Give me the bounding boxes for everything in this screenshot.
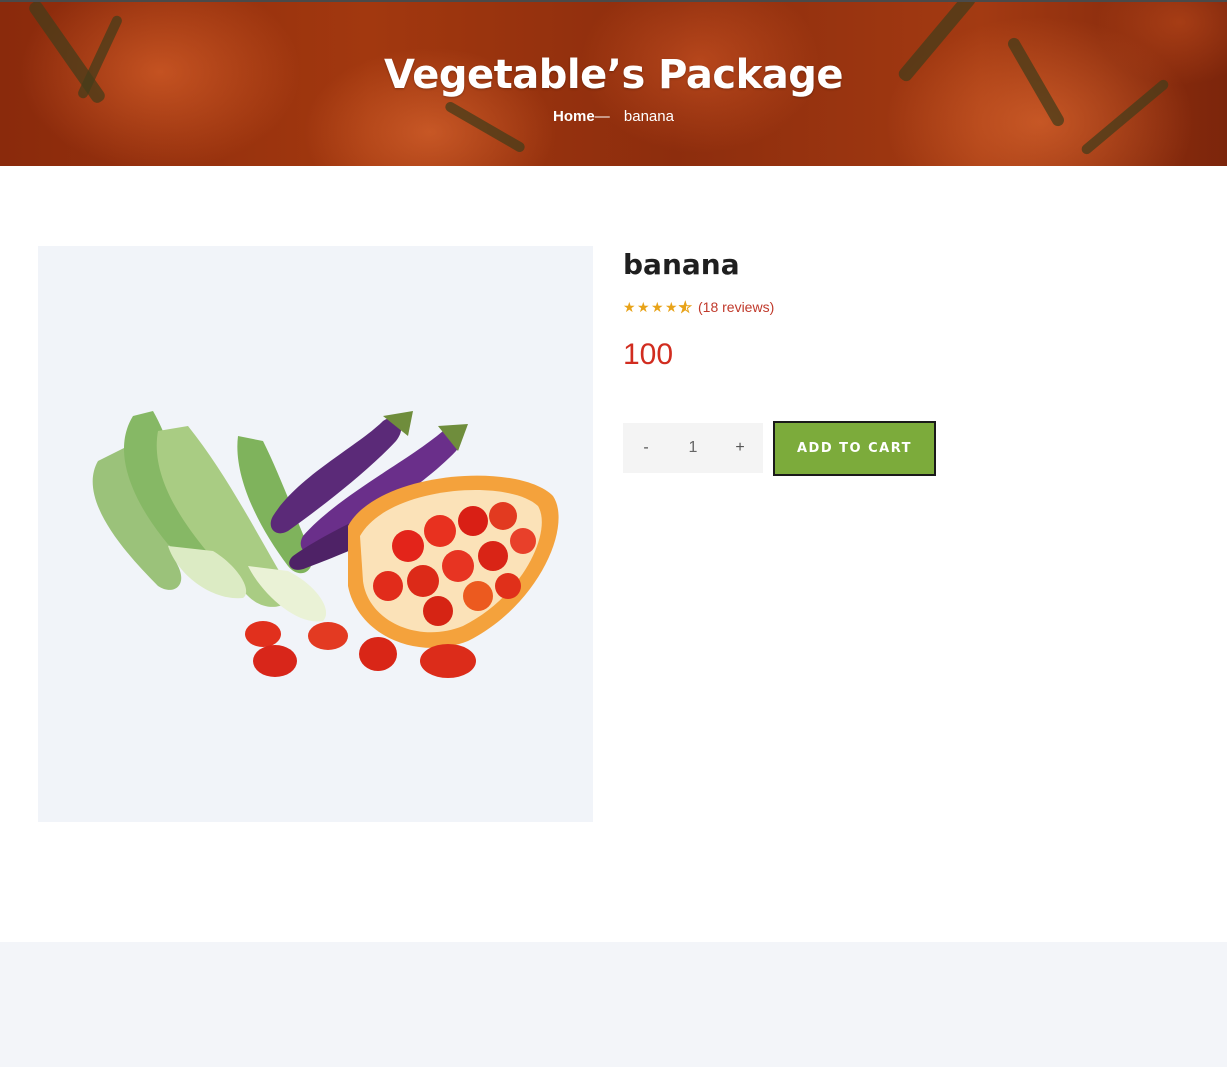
breadcrumb-current: banana — [623, 108, 674, 125]
product-image[interactable] — [38, 246, 593, 822]
star-full-icon: ★ — [651, 299, 664, 315]
breadcrumb-home-link[interactable]: Home — [553, 108, 595, 125]
star-full-icon: ★ — [623, 299, 636, 315]
star-full-icon: ★ — [665, 299, 678, 315]
breadcrumb-separator: — — [594, 108, 610, 125]
star-rating: ★ ★ ★ ★ ★ — [623, 299, 693, 315]
product-title: banana — [623, 248, 740, 281]
add-to-cart-button[interactable]: ADD TO CART — [773, 421, 936, 476]
page-title: Vegetable’s Package — [384, 52, 843, 98]
product-photo — [92, 411, 559, 678]
page-hero-banner: Vegetable’s Package Home— banana — [0, 0, 1227, 166]
footer-band — [0, 942, 1227, 1067]
reviews-link[interactable]: (18 reviews) — [698, 299, 774, 315]
product-price: 100 — [623, 338, 674, 371]
star-full-icon: ★ — [637, 299, 650, 315]
breadcrumb: Home— banana — [0, 108, 1227, 125]
quantity-decrement-button[interactable]: - — [623, 439, 669, 457]
tomato-bowl — [348, 475, 559, 648]
quantity-input[interactable] — [669, 439, 717, 457]
product-rating: ★ ★ ★ ★ ★ (18 reviews) — [623, 299, 774, 315]
star-half-icon: ★ — [679, 299, 693, 315]
quantity-stepper: - + — [623, 423, 763, 473]
quantity-increment-button[interactable]: + — [717, 439, 763, 457]
